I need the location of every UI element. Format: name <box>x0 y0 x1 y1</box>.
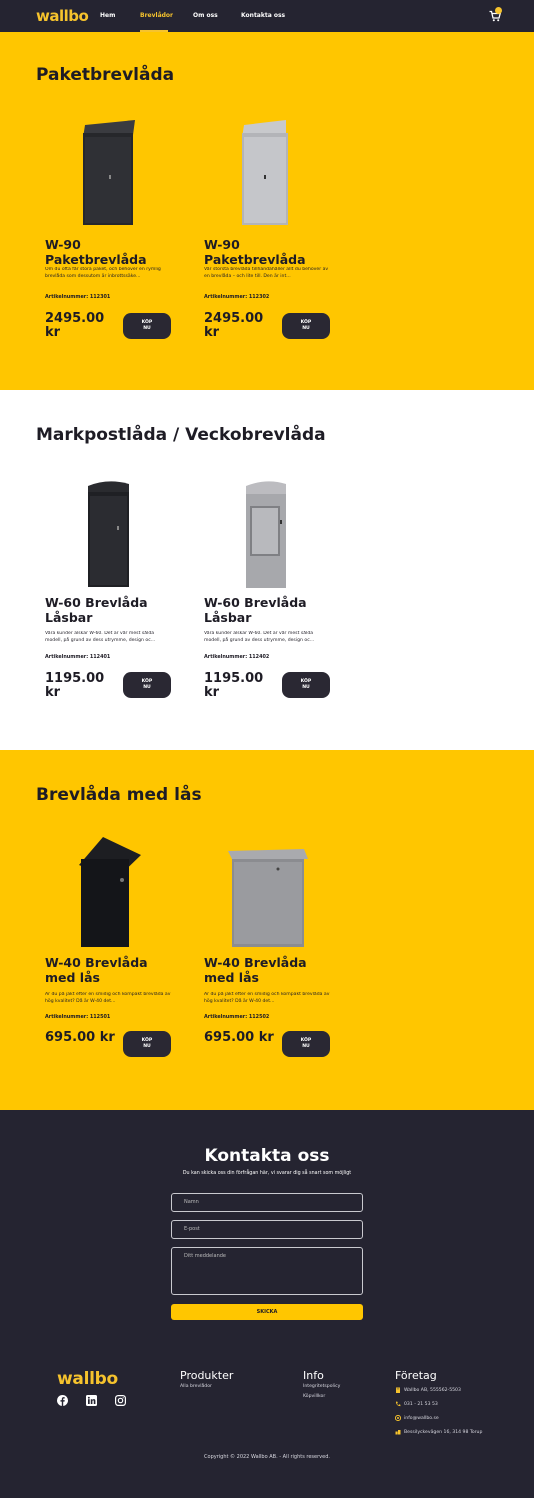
buy-button-label: KÖP NU <box>141 679 153 690</box>
article-number: Artikelnummer: 112402 <box>204 654 270 660</box>
submit-button[interactable]: SKICKA <box>171 1304 363 1320</box>
address-icon <box>395 1430 401 1435</box>
building-icon <box>396 1387 400 1393</box>
article-number: Artikelnummer: 112302 <box>204 294 270 300</box>
buy-now-button[interactable]: KÖP NU <box>282 313 330 339</box>
footer-address: Bessilyckevägen 16, 314 98 Torup <box>404 1430 483 1435</box>
product-description: Våra kunder älskar W-60. Det är vår mest… <box>45 631 156 643</box>
product-name[interactable]: W-40 Brevlåda med lås <box>204 955 334 985</box>
contact-footer-section: Kontakta oss Du kan skicka oss din förfr… <box>0 1110 534 1498</box>
nav-link-om-oss[interactable]: Om oss <box>193 12 218 19</box>
copyright-text: Copyright © 2022 Wallbo AB. - All rights… <box>204 1454 330 1460</box>
product-description: Våra kunder älskar W-60. Det är vår mest… <box>204 631 315 643</box>
footer-link-integritetspolicy[interactable]: Integritetspolicy <box>303 1384 340 1389</box>
facebook-icon[interactable] <box>57 1395 68 1406</box>
footer-link-kopvillkor[interactable]: Köpvillkor <box>303 1394 325 1399</box>
buy-button-label: KÖP NU <box>300 320 312 331</box>
product-image[interactable] <box>204 115 334 230</box>
buy-now-button[interactable]: KÖP NU <box>123 672 171 698</box>
instagram-icon[interactable] <box>115 1395 126 1406</box>
product-image[interactable] <box>204 835 334 950</box>
footer-heading-foretag: Företag <box>395 1369 437 1382</box>
product-description: Är du på jakt efter en smidig och kompak… <box>204 992 330 1004</box>
section-markpostlada: Markpostlåda / Veckobrevlåda W-60 Brevlå… <box>0 390 534 750</box>
nav-link-brevlador[interactable]: Brevlådor <box>140 12 173 19</box>
product-price: 695.00 kr <box>45 1030 115 1045</box>
name-field[interactable]: Namn <box>171 1193 363 1212</box>
section-title: Brevlåda med lås <box>36 785 202 805</box>
linkedin-icon[interactable] <box>86 1395 97 1406</box>
footer-heading-produkter: Produkter <box>180 1369 234 1382</box>
footer-logo[interactable]: wallbo <box>57 1369 118 1389</box>
cart-count-badge <box>495 7 502 14</box>
email-field[interactable]: E-post <box>171 1220 363 1239</box>
article-number: Artikelnummer: 112401 <box>45 654 111 660</box>
footer-email[interactable]: info@wallbo.se <box>404 1416 439 1421</box>
product-description: Om du ofta får stora paket, och behöver … <box>45 267 161 279</box>
product-image[interactable] <box>45 835 175 950</box>
section-paketbrevlada: Paketbrevlåda W-90 Paketbrevlåda Om du o… <box>0 32 534 390</box>
nav-link-kontakta-oss[interactable]: Kontakta oss <box>241 12 285 19</box>
contact-subtitle: Du kan skicka oss din förfrågan här, vi … <box>182 1171 352 1176</box>
buy-now-button[interactable]: KÖP NU <box>123 313 171 339</box>
article-number: Artikelnummer: 112301 <box>45 294 111 300</box>
brand-logo[interactable]: wallbo <box>36 7 89 25</box>
product-price: 1195.00 kr <box>204 671 264 700</box>
message-field[interactable]: Ditt meddelande <box>171 1247 363 1295</box>
product-name[interactable]: W-60 Brevlåda Låsbar <box>204 595 334 625</box>
product-price: 2495.00 kr <box>45 311 105 340</box>
contact-title: Kontakta oss <box>204 1146 330 1166</box>
footer-link-alla-brevlador[interactable]: Alla brevlådor <box>180 1384 212 1389</box>
buy-now-button[interactable]: KÖP NU <box>282 672 330 698</box>
product-image[interactable] <box>45 476 175 591</box>
product-price: 695.00 kr <box>204 1030 274 1045</box>
product-price: 2495.00 kr <box>204 311 264 340</box>
nav-link-hem[interactable]: Hem <box>100 12 115 19</box>
section-brevlada-med-las: Brevlåda med lås W-40 Brevlåda med lås Ä… <box>0 750 534 1110</box>
top-navbar: wallbo Hem Brevlådor Om oss Kontakta oss <box>0 0 534 32</box>
product-name[interactable]: W-90 Paketbrevlåda <box>204 237 334 267</box>
buy-button-label: KÖP NU <box>141 1038 153 1049</box>
product-image[interactable] <box>45 115 175 230</box>
phone-icon <box>395 1401 401 1407</box>
buy-button-label: KÖP NU <box>300 1038 312 1049</box>
footer-heading-info: Info <box>303 1369 324 1382</box>
product-name[interactable]: W-60 Brevlåda Låsbar <box>45 595 175 625</box>
product-name[interactable]: W-90 Paketbrevlåda <box>45 237 175 267</box>
footer-company-id: Wallbo AB, 555562-5503 <box>404 1388 461 1393</box>
product-price: 1195.00 kr <box>45 671 105 700</box>
product-description: Vår största brevlåda tillhandahåller all… <box>204 267 329 279</box>
section-title: Markpostlåda / Veckobrevlåda <box>36 425 326 445</box>
footer-phone[interactable]: 031 - 21 53 53 <box>404 1402 438 1407</box>
buy-now-button[interactable]: KÖP NU <box>123 1031 171 1057</box>
product-name[interactable]: W-40 Brevlåda med lås <box>45 955 175 985</box>
buy-now-button[interactable]: KÖP NU <box>282 1031 330 1057</box>
section-title: Paketbrevlåda <box>36 65 175 85</box>
email-icon <box>395 1415 401 1421</box>
product-image[interactable] <box>204 476 334 591</box>
article-number: Artikelnummer: 112502 <box>204 1014 270 1020</box>
product-description: Är du på jakt efter en smidig och kompak… <box>45 992 171 1004</box>
buy-button-label: KÖP NU <box>141 320 153 331</box>
buy-button-label: KÖP NU <box>300 679 312 690</box>
article-number: Artikelnummer: 112501 <box>45 1014 111 1020</box>
